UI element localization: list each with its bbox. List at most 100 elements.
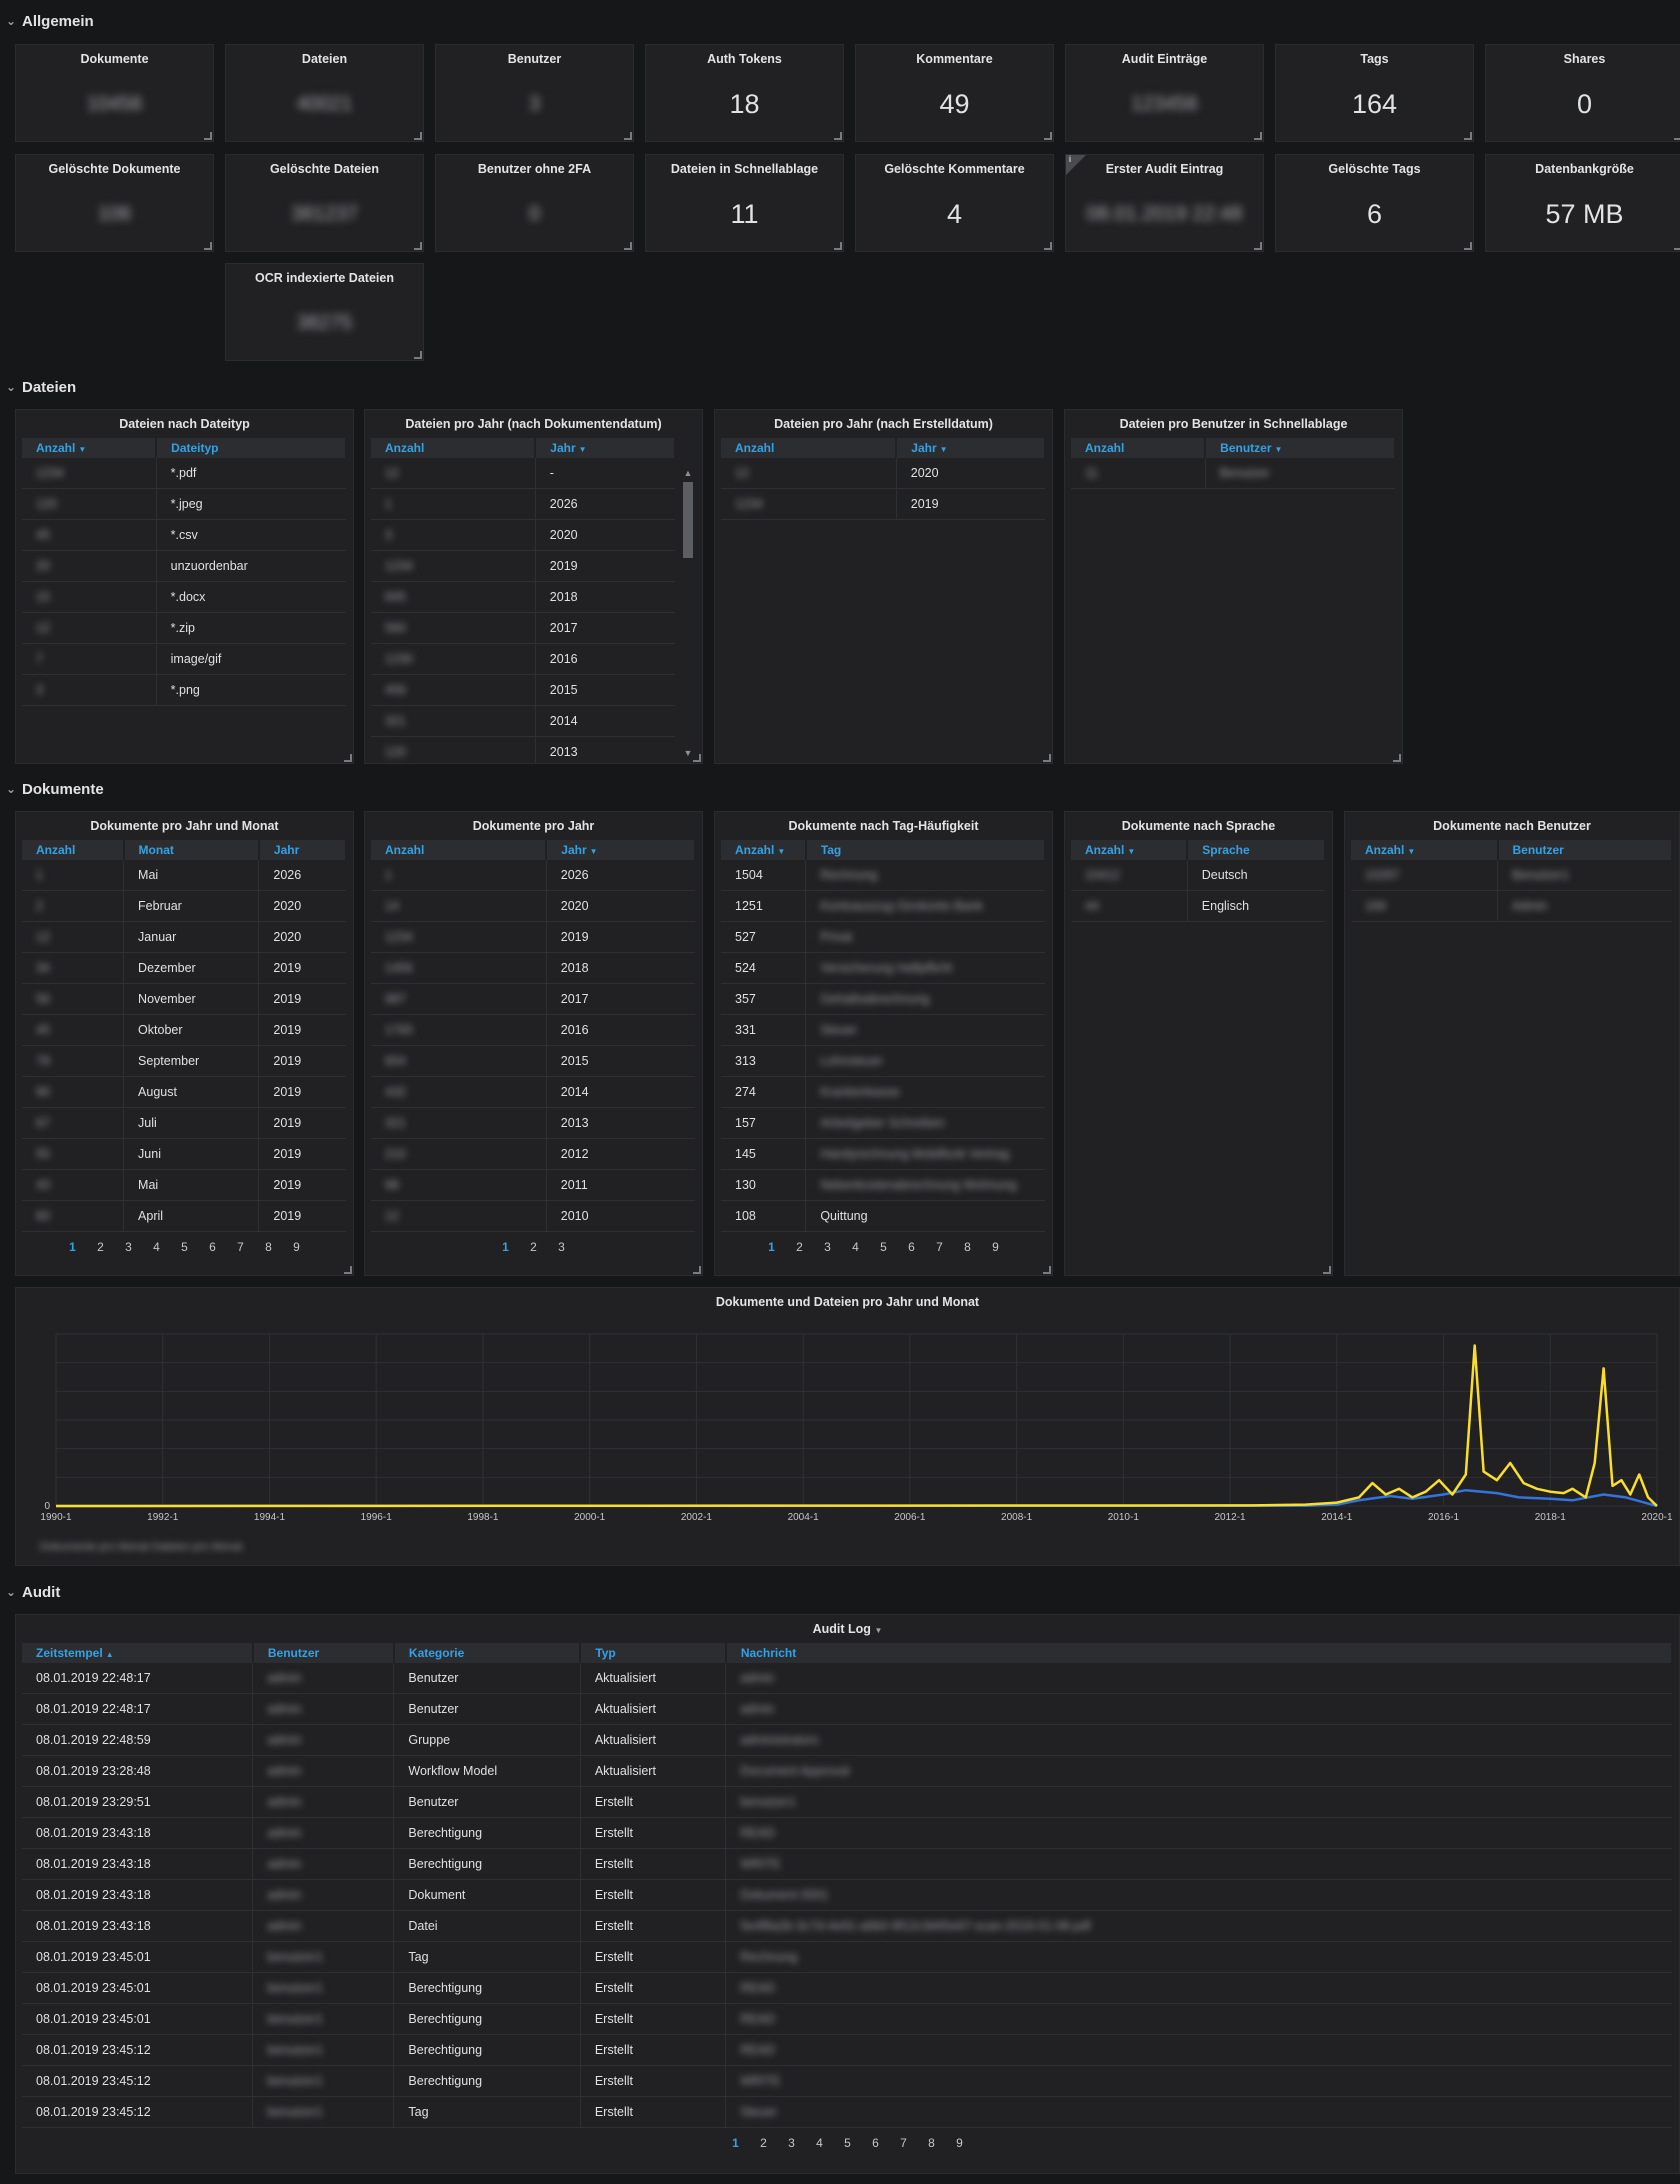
scroll-up-icon[interactable]: ▲ <box>682 468 694 478</box>
resize-handle[interactable] <box>1044 132 1052 140</box>
page-link[interactable]: 9 <box>982 1240 1010 1254</box>
series-line[interactable] <box>55 1488 1658 1508</box>
column-header[interactable]: Jahr ▼ <box>546 840 696 860</box>
resize-handle[interactable] <box>204 132 212 140</box>
page-link[interactable]: 4 <box>842 1240 870 1254</box>
column-header[interactable]: Anzahl ▼ <box>22 438 158 458</box>
page-link[interactable]: 2 <box>750 2136 778 2150</box>
page-link[interactable]: 3 <box>814 1240 842 1254</box>
column-header[interactable]: Anzahl ▼ <box>721 840 807 860</box>
page-link[interactable]: 2 <box>786 1240 814 1254</box>
resize-handle[interactable] <box>1254 242 1262 250</box>
column-header[interactable]: Typ <box>580 1643 727 1663</box>
row-audit[interactable]: ⌄ Audit <box>0 1579 1680 1605</box>
column-header[interactable]: Benutzer <box>1497 840 1673 860</box>
page-link[interactable]: 9 <box>946 2136 974 2150</box>
resize-handle[interactable] <box>1464 242 1472 250</box>
page-link[interactable]: 9 <box>283 1240 311 1254</box>
row-allgemein[interactable]: ⌄ Allgemein <box>0 8 1680 34</box>
page-link[interactable]: 4 <box>143 1240 171 1254</box>
resize-handle[interactable] <box>1044 242 1052 250</box>
page-link[interactable]: 6 <box>898 1240 926 1254</box>
resize-handle[interactable] <box>414 242 422 250</box>
info-icon[interactable]: i <box>1066 154 1086 175</box>
scrollbar[interactable]: ▲ ▼ <box>682 468 694 758</box>
page-link[interactable]: 7 <box>926 1240 954 1254</box>
column-header[interactable]: Anzahl ▼ <box>1351 840 1499 860</box>
resize-handle[interactable] <box>1254 132 1262 140</box>
page-link[interactable]: 7 <box>890 2136 918 2150</box>
page-link[interactable]: 3 <box>115 1240 143 1254</box>
resize-handle[interactable] <box>414 132 422 140</box>
column-header[interactable]: Anzahl <box>1071 438 1207 458</box>
series-line[interactable] <box>55 1344 1658 1508</box>
page-link[interactable]: 8 <box>954 1240 982 1254</box>
page-link[interactable]: 1 <box>722 2136 750 2150</box>
table-cell: Nebenkostenabrechnung Wohnung <box>805 1169 1045 1201</box>
resize-handle[interactable] <box>204 242 212 250</box>
column-header[interactable]: Anzahl <box>721 438 898 458</box>
page-link[interactable]: 5 <box>834 2136 862 2150</box>
page-link[interactable]: 8 <box>255 1240 283 1254</box>
column-header[interactable]: Tag <box>805 840 1047 860</box>
page-link[interactable]: 5 <box>171 1240 199 1254</box>
chart-legend[interactable]: Dokumente pro Monat Dateien pro Monat <box>40 1541 242 1553</box>
stat-title: Erster Audit Eintrag <box>1105 162 1224 176</box>
column-header[interactable]: Zeitstempel ▲ <box>22 1643 254 1663</box>
column-header[interactable]: Kategorie <box>393 1643 582 1663</box>
table-cell: 12 <box>371 1200 547 1232</box>
resize-handle[interactable] <box>624 132 632 140</box>
page-link[interactable]: 6 <box>199 1240 227 1254</box>
resize-handle[interactable] <box>344 1266 352 1274</box>
column-header[interactable]: Anzahl ▼ <box>1071 840 1189 860</box>
resize-handle[interactable] <box>693 1266 701 1274</box>
page-link[interactable]: 2 <box>87 1240 115 1254</box>
column-header[interactable]: Anzahl <box>371 438 537 458</box>
column-header[interactable]: Jahr <box>258 840 348 860</box>
page-link[interactable]: 3 <box>548 1240 576 1254</box>
resize-handle[interactable] <box>1323 1266 1331 1274</box>
column-header[interactable]: Nachricht <box>725 1643 1674 1663</box>
resize-handle[interactable] <box>624 242 632 250</box>
table-row: 1456 2018 <box>371 952 695 984</box>
table-cell: Benutzer <box>1205 458 1395 489</box>
page-link[interactable]: 5 <box>870 1240 898 1254</box>
resize-handle[interactable] <box>1393 754 1401 762</box>
table-cell: Erstellt <box>580 2003 727 2035</box>
resize-handle[interactable] <box>1674 242 1680 250</box>
resize-handle[interactable] <box>344 754 352 762</box>
column-header[interactable]: Sprache <box>1187 840 1326 860</box>
page-link[interactable]: 3 <box>778 2136 806 2150</box>
column-header[interactable]: Dateityp <box>156 438 347 458</box>
page-link[interactable]: 1 <box>492 1240 520 1254</box>
resize-handle[interactable] <box>1043 754 1051 762</box>
page-link[interactable]: 1 <box>758 1240 786 1254</box>
page-link[interactable]: 4 <box>806 2136 834 2150</box>
resize-handle[interactable] <box>693 754 701 762</box>
page-link[interactable]: 6 <box>862 2136 890 2150</box>
resize-handle[interactable] <box>1464 132 1472 140</box>
table-cell: Handyrechnung Mobilfunk Vertrag <box>805 1138 1045 1170</box>
row-dokumente[interactable]: ⌄ Dokumente <box>0 776 1680 802</box>
table-row: 120 2013 <box>371 736 675 763</box>
timeline-chart[interactable]: 1990-1 1992-1 1994-1 1996-1 1998-1 2000-1 2002… <box>16 1316 1679 1564</box>
column-header[interactable]: Anzahl <box>22 840 125 860</box>
resize-handle[interactable] <box>1043 1266 1051 1274</box>
panel-title[interactable]: Audit Log ▼ <box>16 1615 1679 1643</box>
resize-handle[interactable] <box>834 242 842 250</box>
resize-handle[interactable] <box>834 132 842 140</box>
resize-handle[interactable] <box>414 351 422 359</box>
page-link[interactable]: 2 <box>520 1240 548 1254</box>
scrollbar-thumb[interactable] <box>683 482 693 558</box>
column-header[interactable]: Anzahl <box>371 840 548 860</box>
column-header[interactable]: Benutzer <box>252 1643 395 1663</box>
page-link[interactable]: 1 <box>59 1240 87 1254</box>
column-header[interactable]: Jahr ▼ <box>896 438 1046 458</box>
column-header[interactable]: Monat <box>123 840 260 860</box>
page-link[interactable]: 7 <box>227 1240 255 1254</box>
page-link[interactable]: 8 <box>918 2136 946 2150</box>
resize-handle[interactable] <box>1674 132 1680 140</box>
column-header[interactable]: Benutzer ▼ <box>1205 438 1396 458</box>
column-header[interactable]: Jahr ▼ <box>535 438 676 458</box>
row-dateien[interactable]: ⌄ Dateien <box>0 374 1680 400</box>
